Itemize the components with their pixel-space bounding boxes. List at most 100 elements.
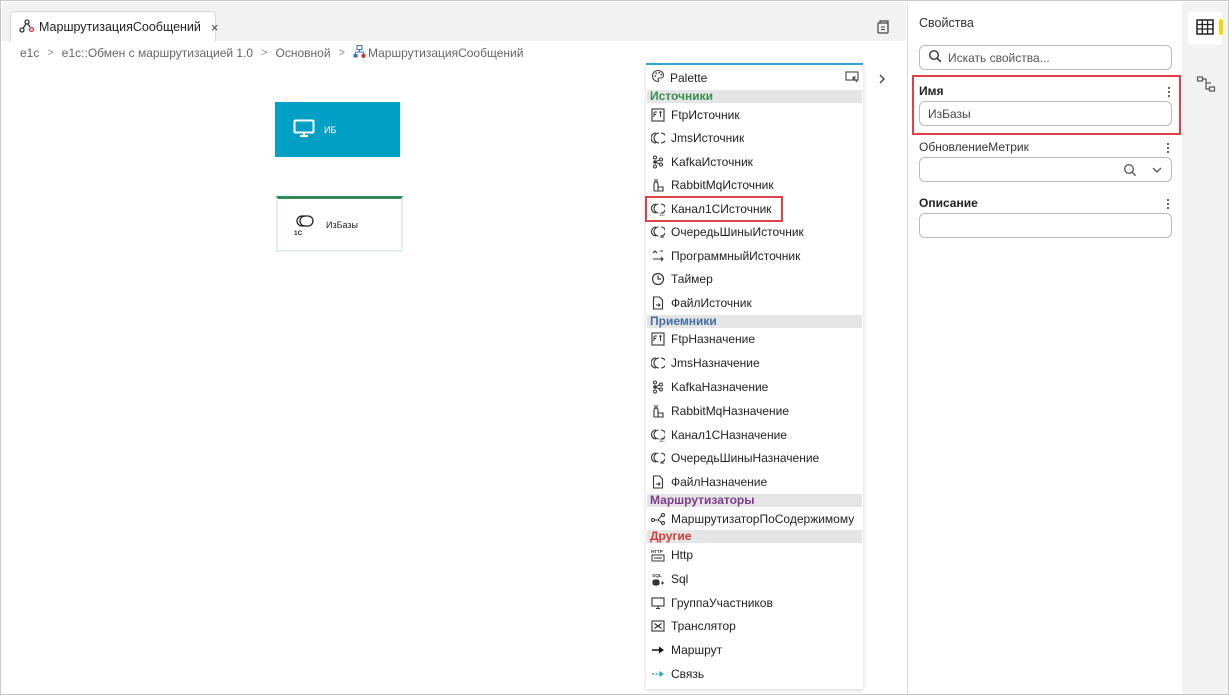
palette-item[interactable]: Маршрут [646, 638, 863, 662]
palette-item[interactable]: ОчередьШиныНазначение [646, 446, 863, 470]
jms-icon [651, 131, 665, 145]
palette-item-label: JmsИсточник [671, 131, 745, 146]
palette-item-label: KafkaНазначение [671, 379, 769, 394]
clock-icon [651, 272, 665, 286]
breadcrumb-label: МаршрутизацияСообщений [367, 46, 524, 60]
palette-item-label: Связь [671, 666, 705, 681]
palette-item[interactable]: RabbitMqНазначение [646, 399, 863, 423]
diagram-node-ib[interactable]: ИБ [275, 102, 400, 157]
right-toolbar [1182, 2, 1228, 694]
tab-menu-button[interactable] [874, 18, 892, 36]
breadcrumb-item[interactable]: Основной [276, 46, 331, 60]
router-icon [651, 512, 665, 526]
chevron-right-icon: > [47, 47, 54, 59]
breadcrumb-item-current[interactable]: МаршрутизацияСообщений [353, 45, 523, 61]
palette-item-label: ОчередьШиныНазначение [671, 451, 820, 466]
palette-item[interactable]: ПрограммныйИсточник [646, 244, 863, 268]
collapse-palette-icon[interactable] [845, 70, 860, 87]
properties-title: Свойства [919, 16, 974, 30]
rabbitmq-icon [651, 178, 665, 192]
palette-item[interactable]: Связь [646, 662, 863, 686]
metrics-select[interactable] [919, 157, 1172, 182]
monitor-icon [651, 596, 665, 610]
palette-item[interactable]: FtpНазначение [646, 328, 863, 352]
more-vertical-icon[interactable] [1166, 86, 1172, 98]
palette-item[interactable]: Транслятор [646, 614, 863, 638]
properties-search[interactable] [919, 45, 1172, 70]
palette-item[interactable]: SQL Sql [646, 567, 863, 591]
palette-item-label: RabbitMqНазначение [671, 403, 790, 418]
routes-button[interactable] [1196, 74, 1216, 94]
palette-section-other[interactable]: Другие [647, 530, 862, 544]
tab-message-routing[interactable]: МаршрутизацияСообщений × [10, 11, 219, 42]
palette-item[interactable]: Таймер [646, 268, 863, 292]
svg-text:1C: 1C [659, 438, 665, 442]
palette-item[interactable]: JmsНазначение [646, 351, 863, 375]
chevron-right-icon: > [338, 47, 345, 59]
channel-1c-icon: 1C [651, 428, 665, 442]
search-input[interactable] [948, 50, 1158, 65]
file-icon [651, 475, 665, 489]
search-icon[interactable] [1123, 163, 1137, 180]
palette-section-routers[interactable]: Маршрутизаторы [647, 494, 862, 508]
more-vertical-icon[interactable] [1165, 198, 1171, 210]
palette-item[interactable]: ФайлНазначение [646, 470, 863, 494]
palette-item-label: ОчередьШиныИсточник [671, 225, 804, 240]
tab-close-button[interactable]: × [211, 20, 219, 35]
name-field[interactable]: ИзБазы [919, 101, 1172, 126]
chevron-right-icon[interactable] [875, 72, 889, 86]
description-field[interactable] [919, 213, 1172, 238]
tab-bar: МаршрутизацияСообщений × [2, 2, 906, 42]
breadcrumb-item[interactable]: e1c [20, 46, 39, 60]
diagram-node-izbazy[interactable]: 1C ИзБазы [276, 196, 403, 252]
palette-section-receivers[interactable]: Приемники [647, 314, 862, 328]
ftp-icon [651, 332, 665, 346]
palette-item[interactable]: FtpИсточник [646, 103, 863, 127]
palette-item-label: JmsНазначение [671, 356, 760, 371]
programmatic-icon [651, 249, 665, 263]
palette-item-label: Sql [671, 571, 689, 586]
breadcrumb-item[interactable]: e1c::Обмен с маршрутизацией 1.0 [62, 46, 253, 60]
bus-queue-icon [651, 451, 665, 465]
palette-item[interactable]: ФайлИсточник [646, 291, 863, 315]
bus-queue-icon [651, 225, 665, 239]
palette-item[interactable]: RabbitMqИсточник [646, 174, 863, 198]
palette-item-label: МаршрутизаторПоСодержимому [671, 511, 855, 526]
rabbitmq-icon [651, 404, 665, 418]
chevron-down-icon[interactable] [1151, 164, 1163, 179]
svg-text:1C: 1C [659, 212, 665, 216]
palette-item[interactable]: KafkaНазначение [646, 375, 863, 399]
palette-item[interactable]: ОчередьШиныИсточник [646, 221, 863, 245]
palette-item[interactable]: HTTP Http [646, 543, 863, 567]
more-vertical-icon[interactable] [1165, 142, 1171, 154]
palette-panel: Palette Источники FtpИсточник JmsИсточник… [645, 63, 863, 689]
palette-item-label: Канал1СНазначение [671, 427, 787, 442]
palette-item[interactable]: МаршрутизаторПоСодержимому [646, 507, 863, 530]
link-arrow-icon [651, 667, 665, 681]
channel-1c-icon: 1C [651, 202, 665, 216]
svg-text:SQL: SQL [652, 573, 662, 579]
node-label: ИБ [324, 124, 337, 135]
palette-item-label: Транслятор [671, 619, 736, 634]
palette-section-sources[interactable]: Источники [647, 90, 862, 103]
svg-text:1C: 1C [294, 230, 303, 237]
palette-title: Palette [670, 70, 708, 85]
palette-item[interactable]: ГруппаУчастников [646, 591, 863, 615]
properties-table-button[interactable] [1188, 11, 1223, 45]
name-field-value: ИзБазы [928, 106, 971, 121]
palette-item-label: Http [671, 547, 694, 562]
palette-header: Palette [646, 65, 863, 90]
palette-item-label: Маршрут [671, 643, 723, 658]
table-icon [1196, 18, 1214, 38]
palette-item[interactable]: 1C Канал1СИсточник [645, 196, 783, 222]
property-metrics-label: ОбновлениеМетрик [919, 140, 1029, 154]
palette-icon [651, 69, 665, 86]
ftp-icon [651, 108, 665, 122]
palette-item-label: ФайлИсточник [671, 295, 752, 310]
palette-item[interactable]: KafkaИсточник [646, 150, 863, 174]
palette-item[interactable]: 1C Канал1СНазначение [646, 423, 863, 447]
routes-icon [1196, 76, 1216, 92]
kafka-icon [651, 155, 665, 169]
palette-item-label: ГруппаУчастников [671, 595, 773, 610]
palette-item[interactable]: JmsИсточник [646, 127, 863, 151]
